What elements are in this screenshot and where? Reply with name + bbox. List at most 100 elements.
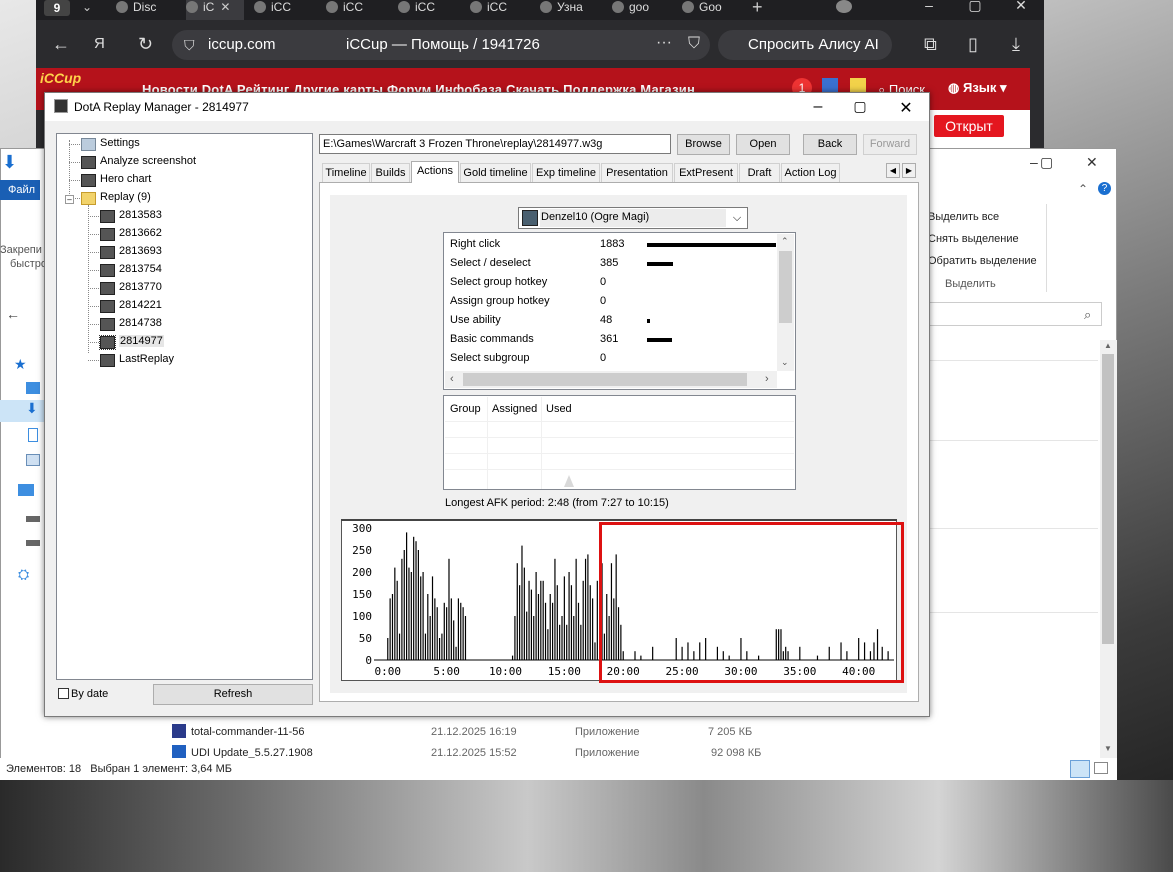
replay-path-input[interactable]: E:\Games\Warcraft 3 Frozen Throne\replay… [319, 134, 671, 154]
explorer-close-icon[interactable]: ✕ [1086, 154, 1098, 171]
new-tab-icon[interactable]: + [752, 0, 763, 18]
ask-alisa-button[interactable]: Спросить Алису AI [718, 30, 892, 60]
tree-item[interactable]: 2813754 [119, 263, 162, 275]
scroll-down-icon[interactable]: ⌄ [781, 357, 789, 368]
document-icon[interactable]: ▯ [968, 34, 978, 54]
tab-actions[interactable]: Actions [411, 161, 459, 183]
group-header[interactable]: Group [450, 403, 481, 415]
action-list-hthumb[interactable] [463, 373, 747, 386]
tabs-scroll-left-icon[interactable]: ◀ [886, 163, 900, 178]
ribbon-collapse-icon[interactable]: ⌃ [1078, 182, 1088, 196]
browser-tab[interactable]: Disc [116, 0, 174, 20]
chevron-down-icon[interactable]: ⌵ [727, 208, 747, 228]
tree-item[interactable]: LastReplay [119, 353, 174, 365]
tree-item[interactable]: 2813583 [119, 209, 162, 221]
tree-item[interactable]: 2813770 [119, 281, 162, 293]
refresh-button[interactable]: Refresh [153, 684, 313, 705]
browser-tab[interactable]: Узна [540, 0, 598, 20]
explorer-scroll-thumb[interactable] [1102, 354, 1114, 644]
file-tab[interactable]: Файл [0, 180, 40, 200]
profile-avatar[interactable] [836, 0, 852, 13]
tree-item[interactable]: 2813693 [119, 245, 162, 257]
tree-item[interactable]: Settings [100, 137, 140, 149]
browser-tab[interactable]: iC ✕ [186, 0, 244, 20]
site-info-icon[interactable]: ⛉ [184, 37, 195, 54]
dialog-close-icon[interactable]: ✕ [891, 98, 921, 118]
scroll-right-icon[interactable]: › [765, 373, 769, 385]
invert-selection[interactable]: Обратить выделение [928, 255, 1037, 267]
browser-tab[interactable]: Goo [682, 0, 740, 20]
open-status-button[interactable]: Открыт [934, 115, 1004, 137]
tab-draft[interactable]: Draft [739, 163, 780, 182]
tab-count-badge[interactable]: 9 [44, 0, 70, 16]
tree-item[interactable]: Hero chart [100, 173, 151, 185]
browser-minimize-icon[interactable]: – [906, 0, 952, 14]
browse-button[interactable]: Browse [677, 134, 730, 155]
tree-item[interactable]: Replay (9) [100, 191, 151, 203]
browser-close-icon[interactable]: ✕ [998, 0, 1044, 14]
browser-tab[interactable]: iCC [398, 0, 456, 20]
desktop-icon[interactable] [26, 382, 40, 394]
tree-item[interactable]: 2814738 [119, 317, 162, 329]
tabs-dropdown-icon[interactable]: ⌄ [82, 0, 92, 14]
more-icon[interactable]: ··· [656, 34, 672, 52]
select-all[interactable]: Выделить все [928, 211, 999, 223]
explorer-maximize-icon[interactable]: ▢ [1040, 154, 1053, 171]
back-button[interactable]: Back [803, 134, 857, 155]
browser-tab[interactable]: goo [612, 0, 670, 20]
file-row-name[interactable]: total-commander-11-56 [191, 726, 305, 738]
tab-extpresent[interactable]: ExtPresent [674, 163, 738, 182]
browser-maximize-icon[interactable]: ▢ [952, 0, 998, 14]
browser-scrollbar[interactable] [1030, 68, 1044, 150]
drive-icon-2[interactable] [26, 540, 40, 546]
computer-icon[interactable] [18, 484, 34, 496]
assigned-header[interactable]: Assigned [492, 403, 537, 415]
tab-builds[interactable]: Builds [371, 163, 410, 182]
browser-tab[interactable]: iCC [326, 0, 384, 20]
tab-exp-timeline[interactable]: Exp timeline [532, 163, 600, 182]
tree-item[interactable]: 2814977 [119, 335, 164, 347]
reload-icon[interactable]: ↻ [138, 34, 153, 54]
bookmark-icon[interactable]: ⛉ [688, 35, 700, 53]
tabs-scroll-right-icon[interactable]: ▶ [902, 163, 916, 178]
downloads-selected[interactable]: ⬇ [0, 400, 44, 422]
explorer-search-input[interactable] [924, 302, 1102, 326]
dialog-maximize-icon[interactable]: ▢ [845, 98, 875, 115]
explorer-minimize-icon[interactable]: – [1030, 154, 1038, 170]
documents-icon[interactable] [28, 428, 38, 442]
site-logo[interactable]: iCCup [40, 70, 81, 86]
browser-tab[interactable]: iCC [470, 0, 528, 20]
deselect[interactable]: Снять выделение [928, 233, 1019, 245]
tab-timeline[interactable]: Timeline [322, 163, 370, 182]
forward-button[interactable]: Forward [863, 134, 917, 155]
open-button[interactable]: Open [736, 134, 790, 155]
scroll-left-icon[interactable]: ‹ [450, 373, 454, 385]
scroll-down-icon[interactable]: ▼ [1104, 744, 1112, 753]
action-list-vthumb[interactable] [779, 251, 792, 323]
yandex-icon[interactable]: Я [94, 34, 105, 54]
download-icon[interactable]: ⤓ [1012, 34, 1020, 54]
language-menu[interactable]: ◍ Язык ▾ [948, 80, 1007, 96]
tab-gold-timeline[interactable]: Gold timeline [460, 163, 531, 182]
pictures-icon[interactable] [26, 454, 40, 466]
explorer-back-icon[interactable]: ← [6, 306, 20, 322]
tree-item[interactable]: 2814221 [119, 299, 162, 311]
help-icon[interactable]: ? [1098, 182, 1111, 195]
tab-presentation[interactable]: Presentation [601, 163, 673, 182]
by-date-checkbox[interactable] [58, 688, 69, 699]
scroll-up-icon[interactable]: ▲ [1104, 341, 1112, 350]
tree-collapse-icon[interactable]: – [65, 195, 74, 204]
drive-icon[interactable] [26, 516, 40, 522]
back-arrow-icon[interactable]: ← [52, 34, 70, 54]
used-header[interactable]: Used [546, 403, 572, 415]
collections-icon[interactable]: ⧉ [924, 34, 937, 54]
network-icon[interactable]: ⛭ [18, 566, 29, 583]
details-view-icon[interactable] [1070, 760, 1090, 778]
tiles-view-icon[interactable] [1094, 762, 1108, 774]
tab-close-icon[interactable]: ✕ [220, 0, 230, 14]
tree-item[interactable]: Analyze screenshot [100, 155, 196, 167]
tab-action-log[interactable]: Action Log [781, 163, 840, 182]
scroll-up-icon[interactable]: ⌃ [781, 236, 789, 247]
dialog-minimize-icon[interactable]: – [803, 98, 833, 116]
browser-tab[interactable]: iCC [254, 0, 312, 20]
